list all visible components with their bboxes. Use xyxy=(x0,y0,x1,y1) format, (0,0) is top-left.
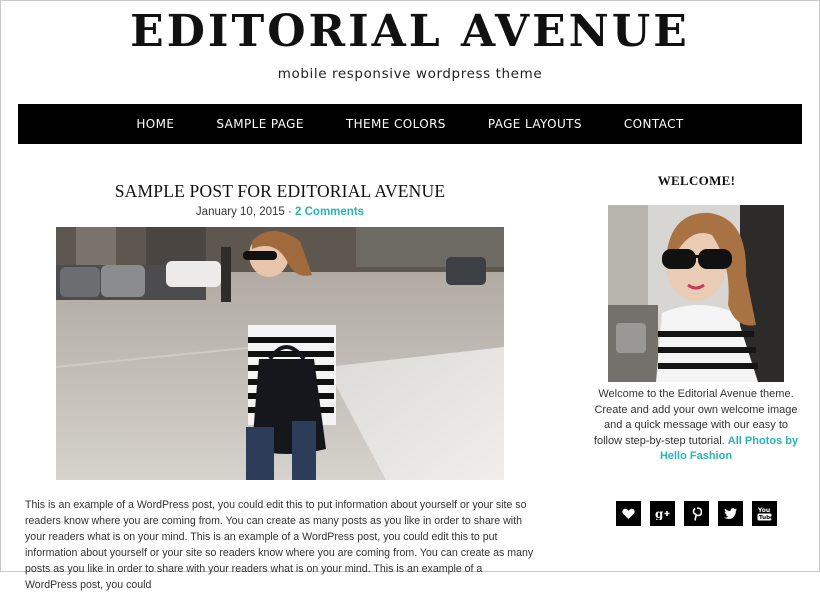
pinterest-icon[interactable] xyxy=(684,501,709,526)
welcome-image xyxy=(608,205,784,382)
heart-icon[interactable] xyxy=(616,501,641,526)
svg-text:You: You xyxy=(757,507,770,514)
site-title[interactable]: EDITORIAL AVENUE xyxy=(0,4,820,60)
nav-item-home[interactable]: HOME xyxy=(136,117,174,131)
twitter-icon[interactable] xyxy=(718,501,743,526)
site-tagline: mobile responsive wordpress theme xyxy=(277,66,543,82)
welcome-widget-title: WELCOME! xyxy=(657,173,736,188)
google-plus-icon[interactable]: g xyxy=(650,501,675,526)
svg-text:Tube: Tube xyxy=(759,515,772,521)
post-meta: January 10, 2015 · 2 Comments xyxy=(56,206,504,218)
social-links: g You Tube xyxy=(616,501,786,526)
welcome-text: Welcome to the Editorial Avenue theme. C… xyxy=(590,387,802,465)
comments-link[interactable]: 2 Comments xyxy=(295,206,364,218)
post-date: January 10, 2015 xyxy=(195,206,285,218)
post-title[interactable]: SAMPLE POST FOR EDITORIAL AVENUE xyxy=(56,181,504,202)
nav-item-theme-colors[interactable]: THEME COLORS xyxy=(346,117,446,131)
main-nav: HOME SAMPLE PAGE THEME COLORS PAGE LAYOU… xyxy=(18,104,802,144)
post-excerpt: This is an example of a WordPress post, … xyxy=(25,499,534,591)
nav-item-contact[interactable]: CONTACT xyxy=(624,117,684,131)
post-featured-image[interactable] xyxy=(56,227,504,480)
svg-text:g: g xyxy=(655,507,664,520)
nav-item-page-layouts[interactable]: PAGE LAYOUTS xyxy=(488,117,582,131)
meta-separator: · xyxy=(284,206,296,218)
nav-item-sample-page[interactable]: SAMPLE PAGE xyxy=(216,117,303,131)
youtube-icon[interactable]: You Tube xyxy=(752,501,777,526)
